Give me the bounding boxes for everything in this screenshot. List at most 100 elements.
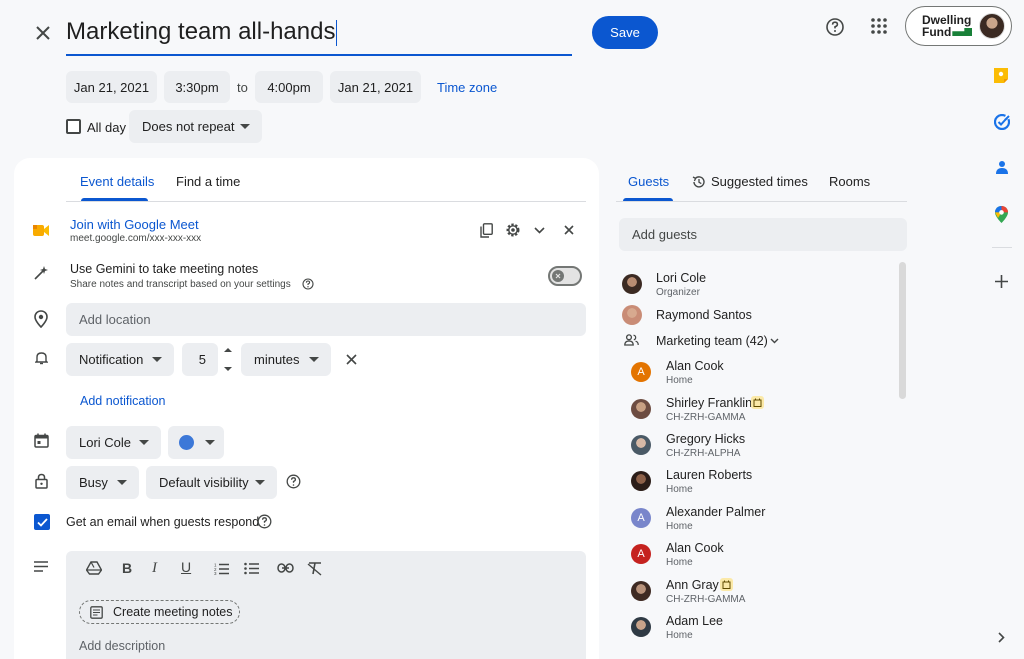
account-chip[interactable]: Dwelling Fund [905,6,1012,46]
bulleted-list-button[interactable] [244,562,259,575]
availability-select[interactable]: Busy [66,466,139,499]
underline-button[interactable]: U [181,559,191,575]
avatar [622,305,642,325]
guest-name[interactable]: Alan Cook [666,541,724,555]
guest-name[interactable]: Ann Gray [666,578,719,592]
end-time-text: 4:00pm [267,79,311,95]
email-help-button[interactable] [257,514,272,529]
description-placeholder: Add description [79,639,166,653]
group-expand-button[interactable] [770,338,779,344]
tab-guests[interactable]: Guests [628,174,669,189]
maps-icon[interactable] [995,206,1008,223]
guest-location: Home [666,630,693,641]
notification-stepper[interactable] [224,347,232,373]
bell-icon [35,351,48,365]
time-zone-button[interactable]: Time zone [437,80,497,95]
show-side-panel-button[interactable] [998,632,1005,643]
gemini-notes-toggle[interactable] [548,266,582,286]
add-notification-button[interactable]: Add notification [80,394,165,408]
join-meet-link[interactable]: Join with Google Meet [70,217,199,232]
location-pin-icon [34,310,48,328]
add-addon-button[interactable] [995,275,1008,288]
event-title-text: Marketing team all-hands [66,18,336,45]
email-guests-checkbox[interactable] [34,514,50,530]
gemini-help-icon[interactable] [302,278,314,290]
avatar [631,399,651,419]
save-button[interactable]: Save [592,16,658,49]
notification-amount-input[interactable]: 5 [182,343,218,376]
sidebar-divider [992,247,1012,248]
close-button[interactable] [32,22,54,44]
group-label[interactable]: Marketing team (42) [656,334,768,348]
bold-button[interactable]: B [122,560,132,576]
italic-button[interactable]: I [152,560,157,577]
remove-meet-button[interactable] [564,225,574,235]
repeat-select[interactable]: Does not repeat [129,110,262,143]
remove-notification-button[interactable] [346,354,357,365]
meet-icon [33,224,50,237]
tab-find-a-time[interactable]: Find a time [176,174,240,189]
start-date-field[interactable]: Jan 21, 2021 [66,71,157,103]
event-title-input[interactable]: Marketing team all-hands [66,14,572,56]
lock-icon [35,473,48,489]
guest-list-scrollbar[interactable] [899,262,906,399]
contacts-icon[interactable] [996,160,1008,175]
guest-name[interactable]: Shirley Franklin [666,396,752,410]
add-guests-input[interactable]: Add guests [619,218,907,251]
copy-icon [480,223,493,238]
notification-unit-select[interactable]: minutes [241,343,331,376]
chevron-down-icon [770,338,779,344]
avatar [631,581,651,601]
brand-logo: Dwelling Fund [922,14,973,39]
tab-rooms[interactable]: Rooms [829,174,870,189]
guest-location: CH-ZRH-ALPHA [666,448,741,459]
guest-role: Organizer [656,287,700,298]
visibility-help-button[interactable] [286,474,301,489]
apps-grid-icon [871,18,887,34]
tasks-icon[interactable] [994,114,1010,130]
event-color-select[interactable] [168,426,224,459]
guest-name[interactable]: Alan Cook [666,359,724,373]
notification-type-select[interactable]: Notification [66,343,174,376]
guest-name[interactable]: Adam Lee [666,614,723,628]
end-time-field[interactable]: 4:00pm [255,71,323,103]
guest-name[interactable]: Raymond Santos [656,308,752,322]
chevron-down-icon [205,439,215,445]
all-day-checkbox[interactable] [66,119,81,134]
avatar: A [631,508,651,528]
insert-link-button[interactable] [277,563,294,573]
svg-text:3: 3 [214,571,217,575]
copy-meet-button[interactable] [480,223,493,238]
keep-icon[interactable] [994,68,1008,83]
tab-event-details[interactable]: Event details [80,174,154,189]
clear-formatting-button[interactable] [307,561,323,576]
guest-location: Home [666,484,693,495]
chevron-down-icon [534,227,545,234]
meet-settings-button[interactable] [505,222,521,238]
guest-name[interactable]: Gregory Hicks [666,432,745,446]
meet-expand-button[interactable] [534,227,545,234]
tab-suggested-times[interactable]: Suggested times [692,174,808,189]
help-button[interactable] [824,16,846,38]
calendar-icon [34,433,49,448]
calendar-owner-select[interactable]: Lori Cole [66,426,161,459]
event-color-swatch [179,435,194,450]
start-date-text: Jan 21, 2021 [73,79,150,95]
guest-name[interactable]: Lauren Roberts [666,468,752,482]
history-icon [692,175,705,188]
end-date-field[interactable]: Jan 21, 2021 [330,71,421,103]
create-meeting-notes-button[interactable]: Create meeting notes [79,600,240,624]
guest-name[interactable]: Alexander Palmer [666,505,765,519]
visibility-select[interactable]: Default visibility [146,466,277,499]
notification-unit-value: minutes [254,352,300,367]
right-tabs-divider [616,201,907,202]
apps-button[interactable] [870,17,888,35]
insert-drive-button[interactable] [86,561,102,575]
numbered-list-button[interactable]: 123 [214,562,229,575]
start-time-field[interactable]: 3:30pm [164,71,230,103]
guest-name[interactable]: Lori Cole [656,271,706,285]
gear-icon [506,223,520,237]
brand-logo-line2: Fund [922,25,952,39]
location-input[interactable]: Add location [66,303,586,336]
meet-url: meet.google.com/xxx-xxx-xxx [70,233,202,244]
